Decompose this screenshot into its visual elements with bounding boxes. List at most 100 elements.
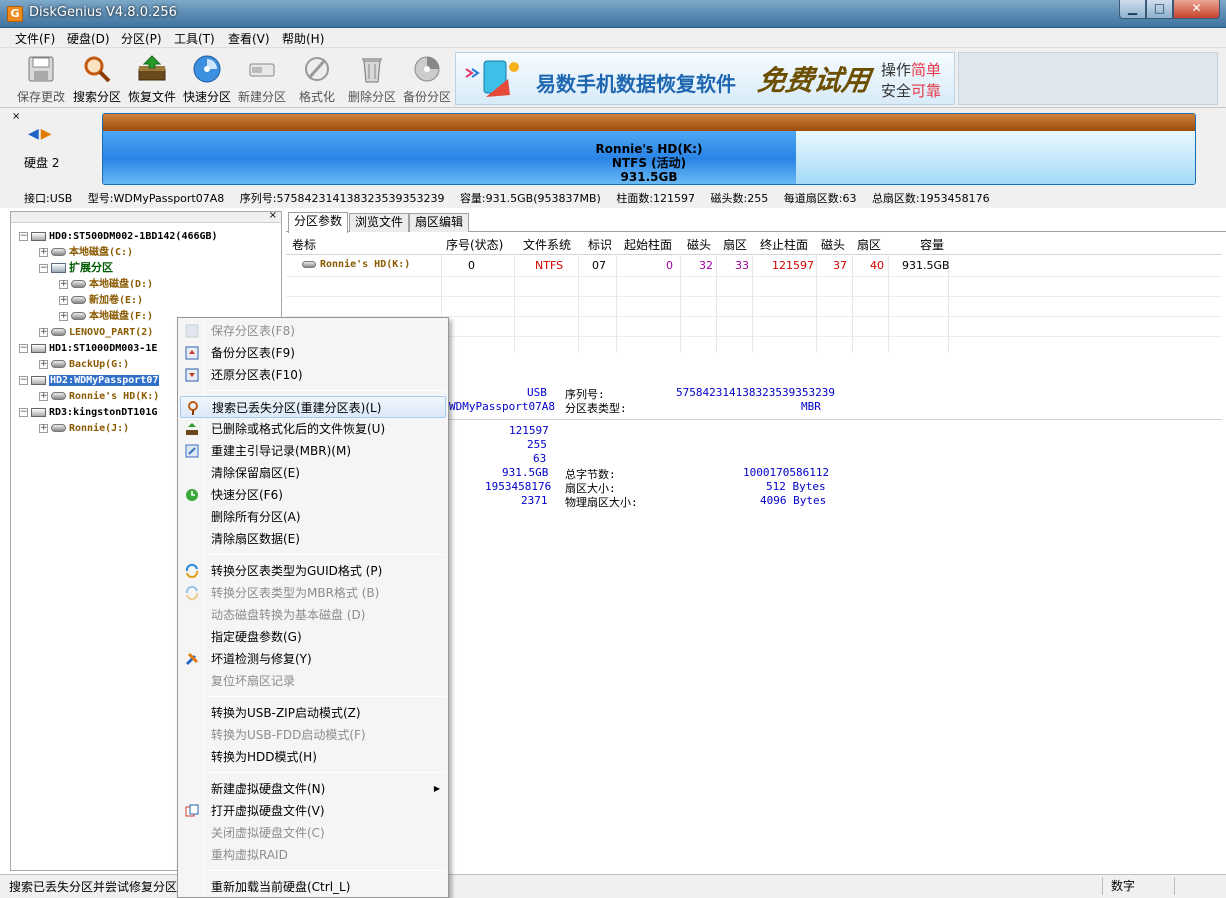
expand-icon[interactable]: + bbox=[59, 295, 68, 305]
expand-icon[interactable]: + bbox=[39, 359, 48, 369]
new-partition-icon bbox=[249, 63, 275, 77]
delete-partition-button[interactable]: 删除分区 bbox=[345, 52, 399, 106]
context-menu-item[interactable]: 动态磁盘转换为基本磁盘 (D) bbox=[180, 604, 446, 626]
format-button[interactable]: 格式化 bbox=[290, 52, 344, 106]
context-menu-item[interactable]: 搜索已丢失分区(重建分区表)(L) bbox=[180, 396, 446, 418]
tab-sector-edit[interactable]: 扇区编辑 bbox=[409, 213, 470, 232]
table-row[interactable]: Ronnie's HD(K:) 0 NTFS 07 0 32 33 121597… bbox=[286, 256, 1222, 276]
context-menu-item[interactable]: 复位坏扇区记录 bbox=[180, 670, 446, 692]
menu-tools[interactable]: 工具(T) bbox=[174, 30, 215, 47]
tree-partition-item[interactable]: + LENOVO_PART(2) bbox=[39, 324, 153, 340]
context-menu-item[interactable]: 转换为USB-FDD启动模式(F) bbox=[180, 724, 446, 746]
quick-partition-button[interactable]: 快速分区 bbox=[180, 52, 234, 106]
delete-partition-icon bbox=[362, 58, 382, 83]
convert-icon bbox=[185, 563, 199, 579]
context-menu-item[interactable]: 转换分区表类型为MBR格式 (B) bbox=[180, 582, 446, 604]
expand-icon[interactable]: + bbox=[59, 311, 68, 321]
format-icon bbox=[305, 57, 329, 81]
context-menu-item[interactable]: 重构虚拟RAID bbox=[180, 844, 446, 866]
collapse-icon[interactable]: − bbox=[19, 343, 28, 353]
ad-banner[interactable]: 易数手机数据恢复软件 免费试用 操作简单 安全可靠 bbox=[455, 52, 955, 105]
tree-disk-item[interactable]: − RD3:kingstonDT101G bbox=[19, 404, 157, 420]
collapse-icon[interactable]: − bbox=[19, 407, 28, 417]
context-menu-item[interactable]: 清除保留扇区(E) bbox=[180, 462, 446, 484]
context-menu-item[interactable]: 备份分区表(F9) bbox=[180, 342, 446, 364]
tree-disk-item[interactable]: − HD2:WDMyPassport07 bbox=[19, 372, 160, 388]
context-menu-item[interactable]: 关闭虚拟硬盘文件(C) bbox=[180, 822, 446, 844]
close-button[interactable]: ✕ bbox=[1173, 0, 1220, 19]
recover-file-button[interactable]: 恢复文件 bbox=[125, 52, 179, 106]
tree-partition-item[interactable]: + Ronnie's HD(K:) bbox=[39, 388, 159, 404]
context-menu-item[interactable]: 新建虚拟硬盘文件(N) ▶ bbox=[180, 778, 446, 800]
menu-view[interactable]: 查看(V) bbox=[228, 30, 270, 47]
tree-partition-item[interactable]: + 本地磁盘(F:) bbox=[59, 308, 153, 324]
menu-disk[interactable]: 硬盘(D) bbox=[67, 30, 110, 47]
collapse-icon[interactable]: − bbox=[19, 231, 28, 241]
expand-icon[interactable]: + bbox=[39, 247, 48, 257]
context-menu-item[interactable]: 还原分区表(F10) bbox=[180, 364, 446, 386]
search-partition-button[interactable]: 搜索分区 bbox=[70, 52, 124, 106]
tree-partition-item[interactable]: + BackUp(G:) bbox=[39, 356, 129, 372]
expand-icon[interactable]: + bbox=[59, 279, 68, 289]
menu-partition[interactable]: 分区(P) bbox=[121, 30, 162, 47]
tree-close-icon[interactable]: × bbox=[269, 210, 277, 221]
banner-slogan-1b: 简单 bbox=[911, 61, 942, 79]
tree-partition-item[interactable]: + 新加卷(E:) bbox=[59, 292, 143, 308]
disk-model: 型号:WDMyPassport07A8 bbox=[87, 192, 225, 205]
tree-partition-item[interactable]: + 本地磁盘(C:) bbox=[39, 244, 133, 260]
collapse-icon[interactable]: − bbox=[39, 263, 48, 273]
col-end-cylinder[interactable]: 终止柱面 bbox=[760, 236, 808, 253]
tree-item-label: 本地磁盘(D:) bbox=[89, 279, 154, 290]
col-volume-label[interactable]: 卷标 bbox=[292, 236, 316, 253]
context-menu-item[interactable]: 转换为USB-ZIP启动模式(Z) bbox=[180, 702, 446, 724]
col-id[interactable]: 标识 bbox=[588, 236, 612, 253]
expand-icon[interactable]: + bbox=[39, 423, 48, 433]
expand-icon[interactable]: + bbox=[39, 327, 48, 337]
context-menu-item[interactable]: 重新加载当前硬盘(Ctrl_L) bbox=[180, 876, 446, 898]
context-menu-item[interactable]: 快速分区(F6) bbox=[180, 484, 446, 506]
col-start-head[interactable]: 磁头 bbox=[687, 236, 711, 253]
collapse-icon[interactable]: − bbox=[19, 375, 28, 385]
context-menu-item[interactable]: 转换为HDD模式(H) bbox=[180, 746, 446, 768]
prev-disk-icon[interactable]: ◀ bbox=[28, 126, 41, 142]
context-menu-item[interactable]: 坏道检测与修复(Y) bbox=[180, 648, 446, 670]
context-menu-item[interactable]: 已删除或格式化后的文件恢复(U) bbox=[180, 418, 446, 440]
context-menu-item[interactable]: 删除所有分区(A) bbox=[180, 506, 446, 528]
disk-nav-arrows[interactable]: ◀▶ bbox=[28, 126, 54, 142]
save-changes-button[interactable]: 保存更改 bbox=[14, 52, 68, 106]
col-start-cylinder[interactable]: 起始柱面 bbox=[624, 236, 672, 253]
context-menu-item-label: 快速分区(F6) bbox=[211, 488, 283, 502]
partition-map-bar[interactable]: Ronnie's HD(K:) NTFS (活动) 931.5GB bbox=[102, 113, 1196, 185]
col-index-status[interactable]: 序号(状态) bbox=[446, 236, 503, 253]
col-start-sector[interactable]: 扇区 bbox=[723, 236, 747, 253]
tree-extended-item[interactable]: − 扩展分区 bbox=[39, 260, 113, 276]
context-menu-item[interactable]: 重建主引导记录(MBR)(M) bbox=[180, 440, 446, 462]
menu-file[interactable]: 文件(F) bbox=[15, 30, 55, 47]
context-menu-item[interactable]: 保存分区表(F8) bbox=[180, 320, 446, 342]
context-menu-item[interactable]: 转换分区表类型为GUID格式 (P) bbox=[180, 560, 446, 582]
tree-partition-item[interactable]: + 本地磁盘(D:) bbox=[59, 276, 153, 292]
col-end-head[interactable]: 磁头 bbox=[821, 236, 845, 253]
phone-recovery-logo bbox=[465, 60, 519, 97]
backup-partition-button[interactable]: 备份分区 bbox=[400, 52, 454, 106]
quick-partition-label: 快速分区 bbox=[182, 90, 231, 104]
disk-bar-close-icon[interactable]: × bbox=[12, 111, 20, 122]
tree-disk-item[interactable]: − HD1:ST1000DM003-1E bbox=[19, 340, 157, 356]
tab-browse-files[interactable]: 浏览文件 bbox=[349, 213, 410, 232]
minimize-button[interactable]: ▁ bbox=[1119, 0, 1146, 19]
context-menu-item[interactable]: 打开虚拟硬盘文件(V) bbox=[180, 800, 446, 822]
col-end-sector[interactable]: 扇区 bbox=[857, 236, 881, 253]
tab-partition-params[interactable]: 分区参数 bbox=[288, 212, 349, 233]
tree-disk-item[interactable]: − HD0:ST500DM002-1BD142(466GB) bbox=[19, 228, 218, 244]
tree-item-label: HD0:ST500DM002-1BD142(466GB) bbox=[49, 231, 218, 242]
maximize-button[interactable]: □ bbox=[1146, 0, 1173, 19]
new-partition-button[interactable]: 新建分区 bbox=[235, 52, 289, 106]
context-menu-item[interactable]: 清除扇区数据(E) bbox=[180, 528, 446, 550]
expand-icon[interactable]: + bbox=[39, 391, 48, 401]
next-disk-icon[interactable]: ▶ bbox=[41, 126, 54, 142]
tree-partition-item[interactable]: + Ronnie(J:) bbox=[39, 420, 129, 436]
menu-help[interactable]: 帮助(H) bbox=[282, 30, 324, 47]
col-filesystem[interactable]: 文件系统 bbox=[523, 236, 571, 253]
col-capacity[interactable]: 容量 bbox=[920, 236, 944, 253]
context-menu-item[interactable]: 指定硬盘参数(G) bbox=[180, 626, 446, 648]
